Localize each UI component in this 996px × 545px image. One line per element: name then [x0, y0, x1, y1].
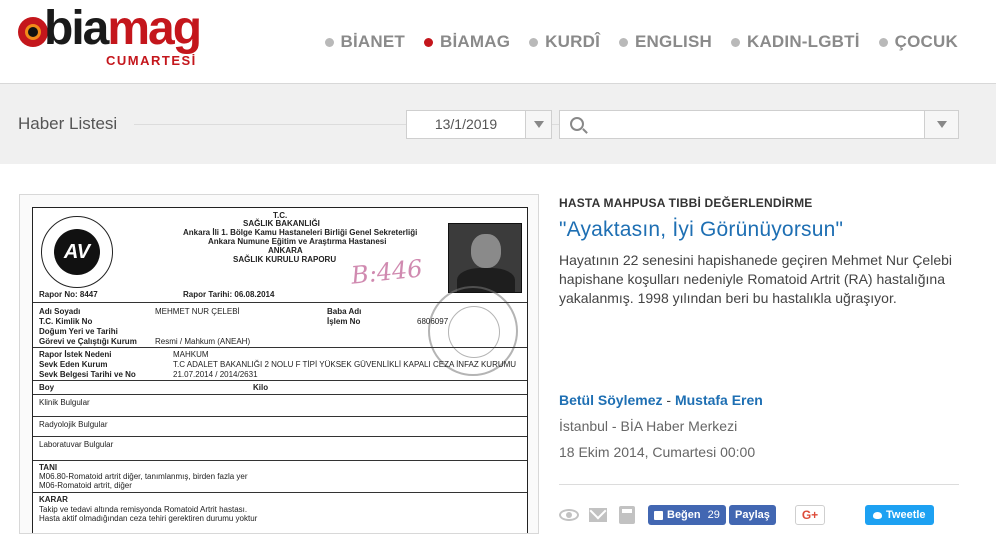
- author-link[interactable]: Mustafa Eren: [675, 392, 763, 408]
- main-nav: BİANET BİAMAG KURDÎ ENGLISH KADIN-LGBTİ …: [306, 32, 958, 52]
- date-dropdown-button[interactable]: [525, 110, 552, 139]
- doc-label: Rapor İstek Nedeni: [39, 350, 112, 359]
- dot-icon: [730, 37, 740, 47]
- nav-item-kurdi[interactable]: KURDÎ: [529, 32, 600, 52]
- doc-header-line: SAĞLIK KURULU RAPORU: [233, 255, 337, 264]
- doc-value: Resmi / Mahkum (ANEAH): [155, 337, 251, 346]
- doc-label: Sevk Eden Kurum: [39, 360, 108, 369]
- eye-icon: [559, 509, 579, 521]
- doc-label: Sevk Belgesi Tarihi ve No: [39, 370, 136, 379]
- twitter-bird-icon: [873, 511, 882, 519]
- doc-value: Takip ve tedavi altında remisyonda Romat…: [39, 505, 248, 514]
- nav-item-biamag[interactable]: BİAMAG: [424, 32, 510, 52]
- article-image[interactable]: AV T.C. SAĞLIK BAKANLIĞI Ankara İli 1. B…: [19, 194, 539, 534]
- author-link[interactable]: Betül Söylemez: [559, 392, 662, 408]
- doc-rule: [33, 394, 527, 395]
- doc-header-line: ANKARA: [268, 246, 303, 255]
- doc-label: Boy: [39, 383, 55, 392]
- facebook-share-button[interactable]: Paylaş: [729, 505, 776, 525]
- dot-icon: [619, 37, 628, 47]
- facebook-like-button[interactable]: Beğen 29: [648, 505, 726, 525]
- like-label: Beğen: [667, 509, 701, 521]
- nav-item-english[interactable]: ENGLISH: [619, 32, 712, 52]
- author-separator: -: [662, 392, 675, 408]
- doc-label: Baba Adı: [327, 307, 362, 316]
- nav-item-kadin-lgbti[interactable]: KADIN-LGBTİ: [730, 32, 860, 52]
- medical-report-document: AV T.C. SAĞLIK BAKANLIĞI Ankara İli 1. B…: [32, 207, 528, 533]
- article-summary: Hayatının 22 senesini hapishanede geçire…: [559, 252, 953, 306]
- article-source: İstanbul - BİA Haber Merkezi: [559, 418, 738, 434]
- doc-rule: [33, 347, 527, 348]
- article-date: 18 Ekim 2014, Cumartesi 00:00: [559, 444, 756, 460]
- article-authors: Betül Söylemez - Mustafa Eren: [559, 392, 763, 408]
- handwritten-note: B:446: [349, 254, 424, 290]
- mail-icon[interactable]: [589, 508, 607, 522]
- dot-icon: [424, 37, 434, 47]
- doc-section: Klinik Bulgular: [39, 398, 90, 407]
- doc-value: MEHMET NUR ÇELEBİ: [155, 307, 240, 316]
- biamag-logo[interactable]: biamag CUMARTESİ: [18, 5, 223, 70]
- search-input[interactable]: [559, 110, 925, 139]
- page-title: Haber Listesi: [18, 114, 118, 133]
- nav-item-cocuk[interactable]: ÇOCUK: [878, 32, 958, 52]
- doc-value: 21.07.2014 / 2014/2631: [173, 370, 258, 379]
- divider: [559, 484, 959, 485]
- doc-label: İşlem No: [327, 317, 361, 326]
- report-date: Rapor Tarihi: 06.08.2014: [183, 290, 275, 299]
- article-card: AV T.C. SAĞLIK BAKANLIĞI Ankara İli 1. B…: [0, 164, 996, 545]
- logo-subtitle: CUMARTESİ: [106, 53, 197, 68]
- doc-value: M06.80-Romatoid artrit diğer, tanımlanmı…: [39, 472, 248, 481]
- doc-header-line: Ankara Numune Eğitim ve Araştırma Hastan…: [208, 237, 387, 246]
- nav-item-bianet[interactable]: BİANET: [324, 32, 405, 52]
- doc-section: Radyolojik Bulgular: [39, 420, 108, 429]
- doc-rule: [33, 416, 527, 417]
- doc-label: KARAR: [39, 495, 68, 504]
- filter-bar: Haber Listesi 13/1/2019: [0, 84, 996, 164]
- doc-rule: [33, 492, 527, 493]
- search-icon: [570, 117, 584, 131]
- date-select[interactable]: 13/1/2019: [406, 110, 526, 139]
- doc-label: Görevi ve Çalıştığı Kurum: [39, 337, 137, 346]
- site-header: biamag CUMARTESİ BİANET BİAMAG KURDÎ ENG…: [0, 0, 996, 84]
- dot-icon: [324, 37, 334, 47]
- doc-section: Laboratuvar Bulgular: [39, 440, 114, 449]
- doc-rule: [33, 302, 527, 303]
- doc-value: Hasta aktif olmadığından ceza tehiri ger…: [39, 514, 258, 523]
- thumbs-up-icon: [654, 510, 663, 520]
- doc-rule: [33, 460, 527, 461]
- like-count: 29: [707, 509, 720, 521]
- patient-photo: [448, 223, 522, 293]
- doc-value: T.C ADALET BAKANLIĞI 2 NOLU F TİPİ YÜKSE…: [173, 360, 517, 369]
- doc-label: Kilo: [253, 383, 269, 392]
- tweet-button[interactable]: Tweetle: [865, 505, 934, 525]
- doc-header-line: SAĞLIK BAKANLIĞI: [243, 219, 320, 228]
- doc-value: MAHKUM: [173, 350, 209, 359]
- share-actions: Beğen 29 Paylaş G+ Tweetle: [559, 505, 959, 525]
- doc-label: Adı Soyadı: [39, 307, 81, 316]
- dot-icon: [529, 37, 539, 47]
- doc-label: TANI: [39, 463, 58, 472]
- doc-header-line: Ankara İli 1. Bölge Kamu Hastaneleri Bir…: [183, 228, 418, 237]
- doc-label: Doğum Yeri ve Tarihi: [39, 327, 118, 336]
- doc-rule: [33, 380, 527, 381]
- hospital-emblem-icon: AV: [41, 216, 113, 288]
- doc-rule: [33, 436, 527, 437]
- chevron-down-icon: [936, 121, 947, 128]
- logo-wordmark: biamag: [44, 2, 202, 55]
- article-title[interactable]: "Ayaktasın, İyi Görünüyorsun": [559, 218, 843, 242]
- report-no: Rapor No: 8447: [39, 290, 98, 299]
- article-kicker: HASTA MAHPUSA TIBBİ DEĞERLENDİRME: [559, 196, 813, 210]
- print-icon[interactable]: [619, 506, 635, 524]
- dot-icon: [878, 37, 888, 47]
- doc-value: 6806097: [417, 317, 449, 326]
- doc-label: T.C. Kimlik No: [39, 317, 93, 326]
- doc-value: M06-Romatoid artrit, diğer: [39, 481, 132, 490]
- search-dropdown-button[interactable]: [924, 110, 959, 139]
- chevron-down-icon: [533, 121, 544, 128]
- google-plus-button[interactable]: G+: [795, 505, 825, 525]
